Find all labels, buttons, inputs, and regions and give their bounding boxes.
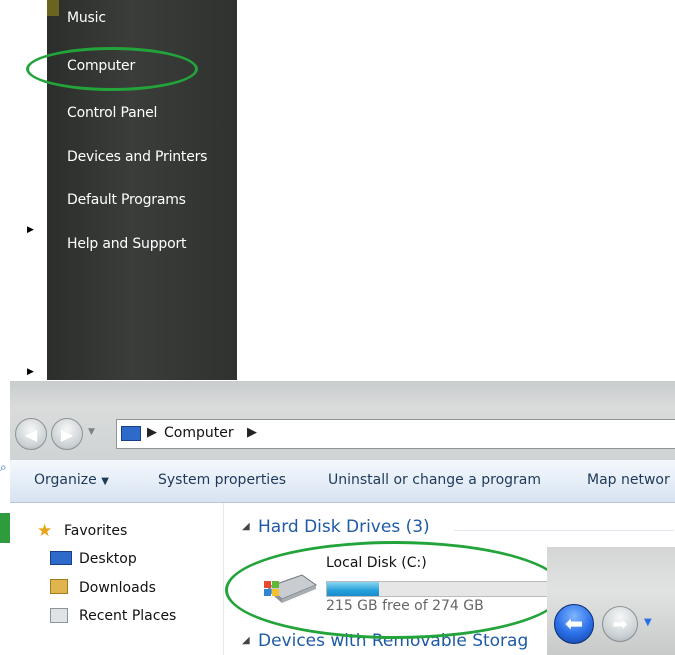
forward-arrow-icon: ▶	[60, 424, 74, 444]
favorites-item-recent-places[interactable]: Recent Places	[79, 608, 176, 624]
back-button[interactable]: ◀	[15, 418, 47, 450]
back-button-zoomed[interactable]: ⬅	[554, 604, 594, 644]
organize-button[interactable]: Organize ▼	[34, 472, 109, 488]
start-menu-top-cap	[47, 0, 59, 16]
start-menu-item-help-support[interactable]: Help and Support	[67, 236, 187, 252]
submenu-arrow-icon: ▶	[27, 225, 34, 235]
forward-button-zoomed[interactable]: ➡	[602, 606, 638, 642]
recent-places-icon	[50, 608, 68, 623]
search-icon: ⌕	[0, 460, 7, 474]
green-tile-icon	[0, 513, 10, 543]
favorites-item-desktop[interactable]: Desktop	[79, 551, 137, 567]
back-arrow-icon: ◀	[24, 424, 38, 444]
zoom-inset-navigation: ⬅ ➡ ▼	[547, 547, 675, 655]
forward-arrow-icon: ➡	[612, 613, 628, 635]
breadcrumb-separator-icon[interactable]: ▶	[247, 425, 257, 440]
star-icon: ★	[37, 521, 53, 541]
start-menu-item-music[interactable]: Music	[67, 10, 106, 26]
start-menu-item-default-programs[interactable]: Default Programs	[67, 192, 186, 208]
collapse-triangle-icon[interactable]: ◢	[242, 521, 250, 532]
breadcrumb-computer[interactable]: Computer	[164, 425, 234, 441]
organize-label: Organize	[34, 472, 97, 488]
highlight-oval-computer	[26, 47, 198, 91]
collapse-triangle-icon[interactable]: ◢	[242, 635, 250, 646]
breadcrumb-separator-icon[interactable]: ▶	[147, 425, 157, 440]
command-bar: Organize ▼ System properties Uninstall o…	[10, 460, 675, 503]
favorites-header[interactable]: Favorites	[64, 523, 127, 539]
computer-icon	[121, 426, 141, 441]
history-dropdown-icon[interactable]: ▼	[644, 617, 652, 628]
start-menu-item-control-panel[interactable]: Control Panel	[67, 105, 157, 121]
system-properties-button[interactable]: System properties	[158, 472, 286, 488]
favorites-item-downloads[interactable]: Downloads	[79, 580, 156, 596]
map-network-drive-button[interactable]: Map networ	[587, 472, 670, 488]
start-menu-item-devices-printers[interactable]: Devices and Printers	[67, 149, 207, 165]
desktop-icon	[50, 551, 72, 565]
history-dropdown-icon[interactable]: ▼	[88, 427, 95, 437]
uninstall-program-button[interactable]: Uninstall or change a program	[328, 472, 541, 488]
address-bar[interactable]: ▶ Computer ▶	[116, 419, 675, 449]
forward-button[interactable]: ▶	[51, 418, 83, 450]
downloads-icon	[50, 579, 68, 594]
group-divider	[454, 530, 674, 531]
chevron-down-icon: ▼	[101, 476, 109, 487]
navigation-pane: ★ Favorites Desktop Downloads Recent Pla…	[10, 503, 222, 655]
group-header-hard-disk-drives[interactable]: Hard Disk Drives (3)	[258, 517, 430, 537]
highlight-oval-local-disk	[225, 541, 565, 639]
back-arrow-icon: ⬅	[564, 611, 584, 637]
navigation-bar: ◀ ▶ ▼ ▶ Computer ▶	[10, 381, 675, 460]
submenu-arrow-icon: ▶	[27, 367, 34, 377]
